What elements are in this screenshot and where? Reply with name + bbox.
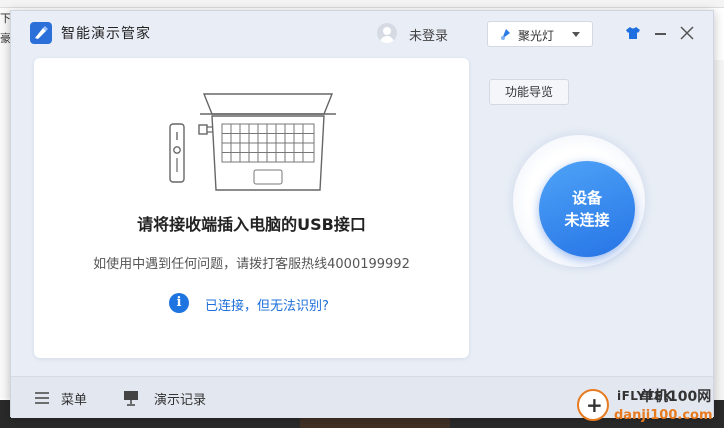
feature-guide-button[interactable]: 功能导览 (489, 79, 569, 105)
chevron-down-icon (572, 32, 580, 37)
background-left-strip: 下 豪 (0, 8, 11, 398)
info-icon: i (169, 293, 189, 313)
skin-theme-icon[interactable] (625, 26, 641, 40)
app-title: 智能演示管家 (61, 26, 151, 42)
spotlight-icon (501, 29, 510, 40)
title-bar[interactable]: 智能演示管家 未登录 聚光灯 (11, 11, 713, 55)
menu-button[interactable]: 菜单 (61, 389, 87, 408)
app-logo-icon (30, 22, 52, 44)
device-status-indicator[interactable]: 设备 未连接 (539, 161, 635, 257)
minimize-button[interactable] (651, 23, 669, 43)
background-window-strip (0, 0, 724, 8)
connection-card: 请将接收端插入电脑的USB接口 如使用中遇到任何问题，请拨打客服热线400019… (34, 58, 469, 358)
device-mode-label: 聚光灯 (518, 29, 555, 43)
user-avatar-icon[interactable] (377, 23, 397, 43)
close-button[interactable] (677, 23, 697, 43)
insert-usb-message: 请将接收端插入电脑的USB接口 (137, 215, 366, 234)
login-status-link[interactable]: 未登录 (409, 25, 448, 44)
hotline-message: 如使用中遇到任何问题，请拨打客服热线4000199992 (93, 257, 410, 272)
watermark-name: 单机100网 (640, 389, 712, 405)
unrecognized-help-link[interactable]: 已连接，但无法识别? (205, 295, 329, 314)
app-window: 智能演示管家 未登录 聚光灯 请将接收端插入电脑的USB接口 如使用中遇到任何问… (10, 10, 714, 418)
laptop-usb-illustration (169, 93, 336, 191)
menu-icon[interactable] (35, 392, 49, 404)
presentation-record-icon[interactable] (123, 390, 139, 406)
bottom-toolbar: 菜单 演示记录 iFLYTEK (11, 376, 713, 418)
watermark-site: danji100.com (614, 408, 713, 423)
status-line-1: 设备 (571, 189, 602, 207)
watermark-logo-icon (577, 389, 609, 421)
presentation-record-button[interactable]: 演示记录 (154, 389, 206, 408)
status-line-2: 未连接 (564, 211, 610, 229)
device-mode-select[interactable]: 聚光灯 (487, 21, 593, 47)
